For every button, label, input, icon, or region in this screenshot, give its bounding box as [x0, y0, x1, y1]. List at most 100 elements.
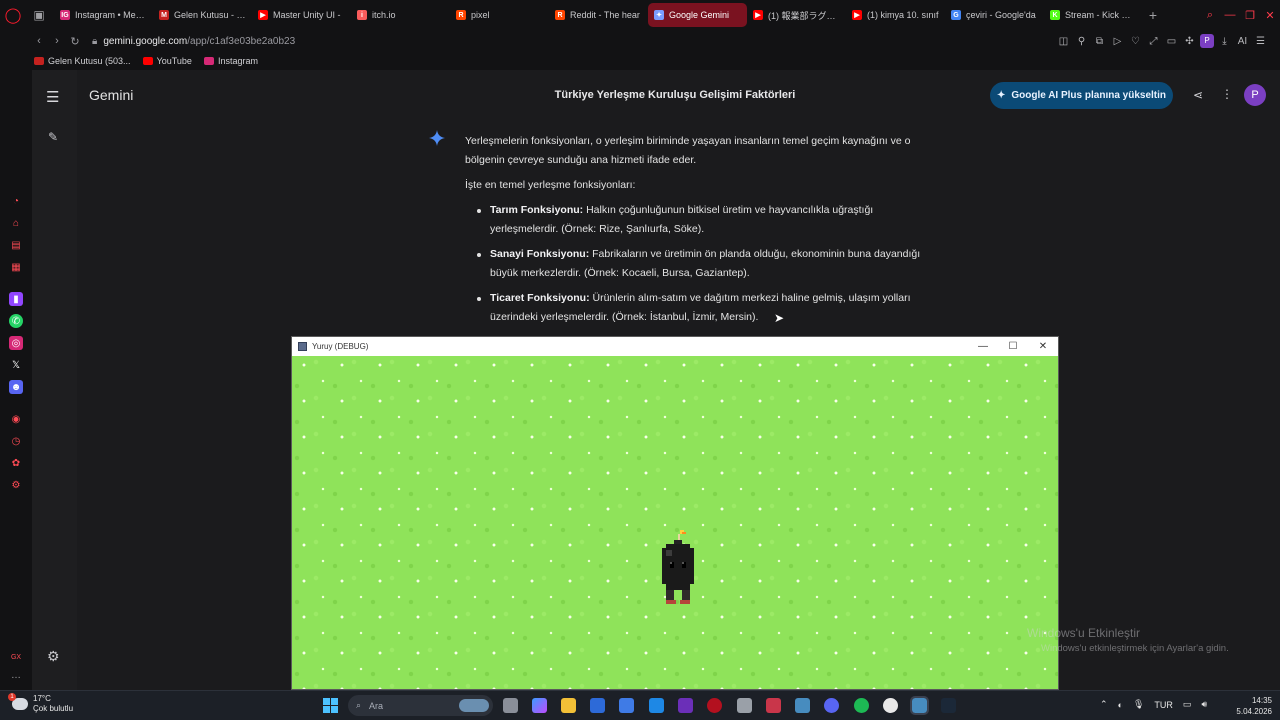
bookmark-item[interactable]: YouTube [142, 56, 192, 66]
app-icon-blue[interactable] [619, 698, 634, 713]
snapshot-icon[interactable]: ⧉ [1092, 36, 1107, 47]
player-sidebar-icon[interactable]: ◉ [9, 412, 23, 426]
new-chat-icon[interactable]: ✎ [48, 130, 58, 144]
file-explorer-icon[interactable] [561, 698, 576, 713]
browser-tab[interactable]: ▶ (1) 報業部ラグトレ [747, 3, 846, 27]
discord-icon[interactable]: ☻ [9, 380, 23, 394]
extensions-icon[interactable]: ✣ [1182, 36, 1197, 47]
easy-setup-menu-icon[interactable]: ☰ [1253, 36, 1268, 47]
search-icon: ⌕ [356, 700, 362, 710]
game-maximize-button[interactable]: ☐ [998, 341, 1028, 352]
app-icon-sky[interactable] [649, 698, 664, 713]
bookmark-item[interactable]: Gelen Kutusu (503... [34, 56, 131, 66]
forward-icon[interactable]: › [48, 35, 66, 47]
browser-tab[interactable]: i itch.io [351, 3, 450, 27]
browser-tab[interactable]: Rpixel [450, 3, 549, 27]
aria-ai-button[interactable]: AI [1235, 36, 1250, 47]
store-icon[interactable] [590, 698, 605, 713]
tray-overflow-icon[interactable]: ⌃ [1100, 699, 1108, 710]
close-icon[interactable]: ✕ [1260, 9, 1280, 22]
browser-tab[interactable]: ✦ Google Gemini [648, 3, 747, 27]
history-icon[interactable]: ◷ [9, 434, 23, 448]
whatsapp-icon[interactable]: ✆ [9, 314, 23, 328]
tray-app-icon[interactable]: ◐ [1118, 700, 1123, 710]
search-tabs-icon[interactable]: ⌕ [1200, 9, 1220, 22]
browser-tab[interactable]: ▶ (1) kimya 10. sınıf [846, 3, 945, 27]
chrome-icon[interactable] [883, 698, 898, 713]
discord-taskbar-icon[interactable] [824, 698, 839, 713]
reload-icon[interactable]: ↻ [66, 35, 84, 48]
player-icon[interactable]: ▷ [1110, 36, 1125, 47]
tab-favicon-icon: M [159, 10, 169, 20]
language-indicator[interactable]: TUR [1154, 700, 1173, 710]
godot-running-icon[interactable] [910, 696, 929, 715]
settings-icon[interactable]: ⚙ [47, 648, 60, 665]
crypto-wallet-icon[interactable]: ⌂ [9, 216, 23, 230]
account-avatar[interactable]: P [1244, 84, 1266, 106]
weather-temp: 17°C [33, 694, 51, 703]
sidebar-more-icon[interactable]: … [9, 668, 23, 682]
gx-corner-icon[interactable]: ▤ [9, 238, 23, 252]
windows-activation-watermark: Windows'u Etkinleştir Windows'u etkinleş… [1027, 626, 1229, 654]
steam-icon[interactable] [941, 698, 956, 713]
weather-widget[interactable]: 1 17°C Çok bulutlu [8, 693, 73, 714]
godot-icon[interactable] [795, 698, 810, 713]
opera-menu-icon[interactable]: ◯ [0, 0, 26, 30]
twitch-icon[interactable]: ▮ [9, 292, 23, 306]
settings-sidebar-icon[interactable]: ⚙ [9, 478, 23, 492]
browser-tab[interactable]: R Reddit - The hear [549, 3, 648, 27]
tab-favicon-icon: ▶ [852, 10, 862, 20]
aria-icon[interactable]: ◔ [9, 194, 23, 208]
split-view-icon[interactable]: ◫ [1056, 36, 1071, 47]
browser-tab[interactable]: K Stream - Kick Das [1044, 3, 1143, 27]
url-field[interactable]: 🔒︎ gemini.google.com/app/c1af3e03be2a0b2… [92, 36, 295, 47]
tab-favicon-icon: ▶ [258, 10, 268, 20]
screenshot-icon[interactable]: ⤢ [1146, 36, 1161, 47]
news-icon[interactable]: ▦ [9, 260, 23, 274]
opera-gx-icon[interactable] [707, 698, 722, 713]
workspaces-icon[interactable]: ▣ [26, 0, 52, 30]
spotify-icon[interactable] [854, 698, 869, 713]
profile-avatar[interactable]: P [1200, 34, 1214, 48]
taskbar-clock[interactable]: 14:35 5.04.2026 [1228, 695, 1272, 717]
game-window-titlebar[interactable]: Yuruy (DEBUG) — ☐ ✕ [292, 337, 1058, 356]
task-view-icon[interactable] [503, 698, 518, 713]
unity-icon[interactable] [737, 698, 752, 713]
easy-setup-icon[interactable]: ▭ [1164, 36, 1179, 47]
app-icon-red[interactable] [766, 698, 781, 713]
new-tab-button[interactable]: + [1143, 7, 1163, 23]
gemini-brand[interactable]: Gemini [89, 87, 133, 103]
upgrade-button[interactable]: ✦ Google AI Plus planına yükseltin [990, 82, 1173, 109]
bookmark-label: Gelen Kutusu (503... [48, 56, 131, 66]
downloads-icon[interactable]: ⤓ [1217, 36, 1232, 47]
browser-tab[interactable]: Gçeviri - Google'da [945, 3, 1044, 27]
heart-icon[interactable]: ♡ [1128, 36, 1143, 47]
extensions-sidebar-icon[interactable]: ✿ [9, 456, 23, 470]
copilot-icon[interactable] [532, 698, 547, 713]
maximize-icon[interactable]: ❐ [1240, 9, 1260, 22]
microphone-icon[interactable]: 🎙︎ [1133, 699, 1144, 710]
main-menu-icon[interactable]: ☰ [46, 88, 59, 106]
tab-label: (1) 報業部ラグトレ [768, 10, 840, 21]
game-minimize-button[interactable]: — [968, 341, 998, 352]
taskbar-search[interactable]: ⌕ Ara [348, 695, 493, 716]
pin-icon[interactable]: ⚲ [1074, 36, 1089, 47]
start-button[interactable] [323, 698, 338, 713]
upgrade-label: Google AI Plus planına yükseltin [1011, 90, 1167, 101]
more-options-icon[interactable]: ⋮ [1221, 87, 1233, 101]
x-icon[interactable]: 𝕏 [9, 358, 23, 372]
back-icon[interactable]: ‹ [30, 35, 48, 47]
share-icon[interactable]: ⋖ [1193, 88, 1203, 102]
browser-tab[interactable]: IG Instagram • Mesaj [54, 3, 153, 27]
instagram-icon[interactable]: ◎ [9, 336, 23, 350]
volume-icon[interactable]: 🔊︎ [1201, 699, 1207, 710]
visual-studio-icon[interactable] [678, 698, 693, 713]
bookmark-item[interactable]: Instagram [203, 56, 258, 66]
browser-tab[interactable]: M Gelen Kutusu - ke [153, 3, 252, 27]
minimize-icon[interactable]: — [1220, 9, 1240, 22]
network-icon[interactable]: ▭ [1183, 699, 1192, 710]
gx-logo-icon[interactable]: GX [9, 650, 23, 664]
game-close-button[interactable]: ✕ [1028, 341, 1058, 352]
game-viewport[interactable] [292, 356, 1058, 689]
browser-tab[interactable]: ▶ Master Unity UI - [252, 3, 351, 27]
